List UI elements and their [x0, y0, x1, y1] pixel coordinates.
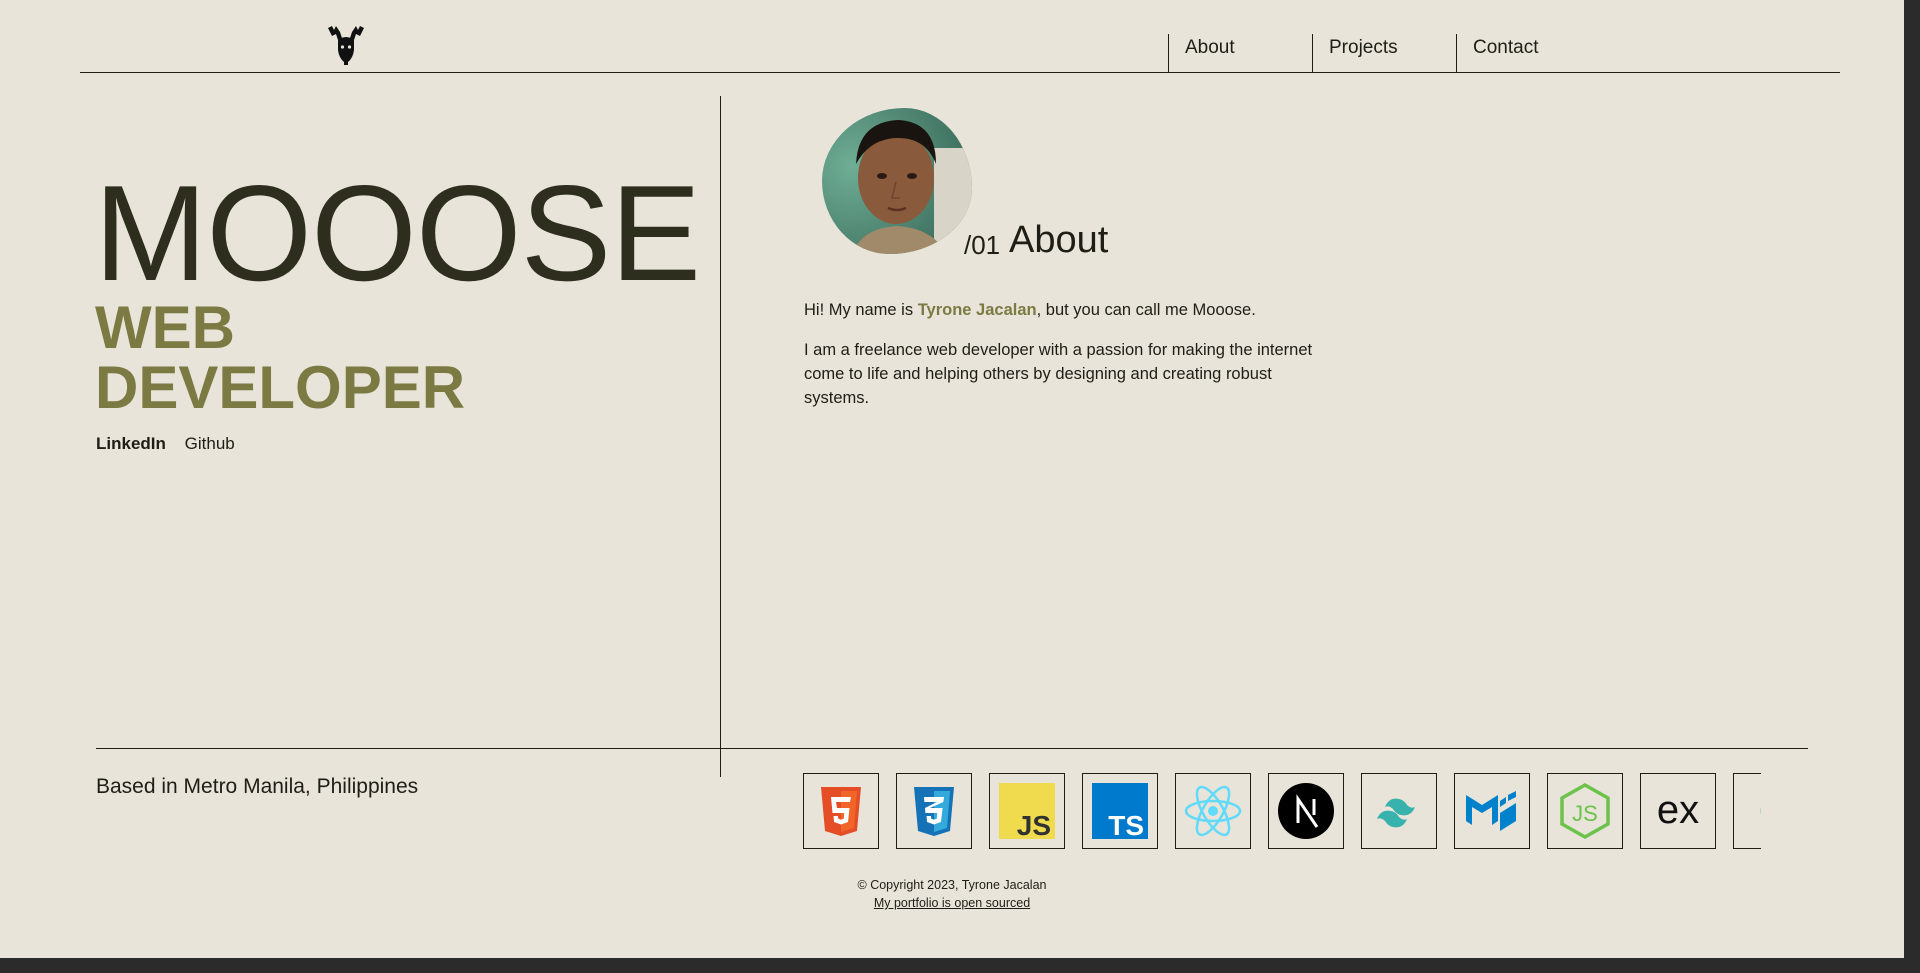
bio-paragraph: I am a freelance web developer with a pa…: [804, 341, 1313, 407]
react-icon: [1175, 773, 1251, 849]
page: About Projects Contact MOOOSE WEB DEVELO…: [0, 0, 1904, 958]
social-links: LinkedIn Github: [96, 434, 249, 454]
nav-projects[interactable]: Projects: [1312, 34, 1456, 72]
mongodb-icon: [1733, 773, 1761, 849]
intro-paragraph: Hi! My name is Tyrone Jacalan, but you c…: [804, 301, 1256, 319]
tailwind-icon: [1361, 773, 1437, 849]
svg-text:ex: ex: [1657, 788, 1699, 832]
svg-text:JS: JS: [1572, 801, 1598, 826]
copyright-text: © Copyright 2023, Tyrone Jacalan: [857, 878, 1047, 892]
hero-role-line1: WEB: [95, 294, 235, 361]
scrollbar[interactable]: [1904, 0, 1920, 958]
about-bio: Hi! My name is Tyrone Jacalan, but you c…: [804, 298, 1324, 426]
nav-contact[interactable]: Contact: [1456, 34, 1600, 72]
hero-role-line2: DEVELOPER: [95, 354, 466, 421]
nodejs-icon: JS: [1547, 773, 1623, 849]
hero-name: MOOOSE: [94, 157, 701, 309]
express-icon: ex: [1640, 773, 1716, 849]
profile-photo: [822, 108, 972, 254]
linkedin-link[interactable]: LinkedIn: [96, 434, 166, 453]
section-number: /01: [964, 230, 1001, 260]
html5-icon: [803, 773, 879, 849]
tech-stack-carousel[interactable]: JS TS JS ex: [803, 773, 1761, 851]
nav-divider: [80, 72, 1840, 73]
typescript-icon: TS: [1082, 773, 1158, 849]
hero-role: WEB DEVELOPER: [95, 298, 465, 418]
javascript-icon: JS: [989, 773, 1065, 849]
horizontal-divider: [96, 748, 1808, 749]
mui-icon: [1454, 773, 1530, 849]
nextjs-icon: [1268, 773, 1344, 849]
footer: © Copyright 2023, Tyrone Jacalan My port…: [800, 876, 1104, 912]
svg-text:TS: TS: [1108, 810, 1144, 841]
github-link[interactable]: Github: [185, 434, 235, 453]
nav-about[interactable]: About: [1168, 34, 1312, 72]
css3-icon: [896, 773, 972, 849]
vertical-divider: [720, 96, 721, 777]
location-text: Based in Metro Manila, Philippines: [96, 775, 419, 798]
section-title: About: [1009, 219, 1109, 261]
svg-text:JS: JS: [1017, 810, 1051, 841]
source-link[interactable]: My portfolio is open sourced: [874, 896, 1030, 910]
moose-logo-icon[interactable]: [326, 24, 366, 66]
highlighted-name: Tyrone Jacalan: [917, 301, 1037, 319]
